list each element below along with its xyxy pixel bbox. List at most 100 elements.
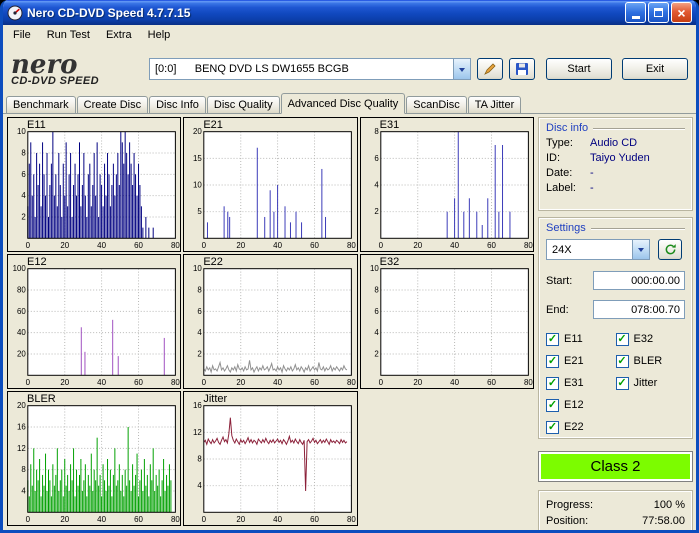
svg-text:12: 12 xyxy=(193,428,202,437)
checkbox-label: E12 xyxy=(564,400,584,411)
svg-text:0: 0 xyxy=(202,241,207,250)
checkbox-box-e22[interactable]: ✓ xyxy=(546,421,559,434)
checkbox-box-e32[interactable]: ✓ xyxy=(616,333,629,346)
end-time-field[interactable]: 078:00.70 xyxy=(593,300,685,319)
svg-text:20: 20 xyxy=(413,378,422,387)
checkbox-label: E31 xyxy=(564,378,584,389)
chart-plot-e32: 246810020406080 xyxy=(361,255,533,388)
start-time-field[interactable]: 000:00.00 xyxy=(593,271,685,290)
svg-text:60: 60 xyxy=(134,241,143,250)
menu-item-file[interactable]: File xyxy=(5,26,39,44)
svg-text:10: 10 xyxy=(193,264,202,273)
chart-e32: E32246810020406080 xyxy=(360,254,534,389)
checks-left: ✓ E11 ✓ E21 ✓ E31 ✓ E12 ✓E22 xyxy=(546,333,616,434)
svg-text:80: 80 xyxy=(171,378,180,387)
maximize-icon xyxy=(654,8,663,17)
svg-text:20: 20 xyxy=(60,378,69,387)
svg-text:20: 20 xyxy=(237,241,246,250)
svg-text:8: 8 xyxy=(21,465,26,474)
checkbox-jitter[interactable]: ✓ Jitter xyxy=(616,377,686,390)
drive-select[interactable]: [0:0] BENQ DVD LS DW1655 BCGB xyxy=(149,58,471,80)
svg-text:0: 0 xyxy=(202,378,207,387)
svg-text:60: 60 xyxy=(134,515,143,524)
tab-bar: BenchmarkCreate DiscDisc InfoDisc Qualit… xyxy=(3,93,696,114)
svg-text:4: 4 xyxy=(374,328,379,337)
info-label: Type: xyxy=(546,137,590,149)
svg-text:6: 6 xyxy=(21,170,26,179)
checkbox-label: E21 xyxy=(564,356,584,367)
checkbox-box-bler[interactable]: ✓ xyxy=(616,355,629,368)
tab-advanced-disc-quality[interactable]: Advanced Disc Quality xyxy=(281,93,406,114)
svg-text:20: 20 xyxy=(60,241,69,250)
checkbox-label: E32 xyxy=(634,334,654,345)
checkbox-box-e21[interactable]: ✓ xyxy=(546,355,559,368)
speed-select[interactable]: 24X xyxy=(546,239,650,260)
minimize-button[interactable] xyxy=(625,2,646,23)
svg-text:40: 40 xyxy=(17,328,26,337)
start-button[interactable]: Start xyxy=(546,58,612,80)
checkbox-label: E11 xyxy=(564,334,583,345)
svg-text:20: 20 xyxy=(17,401,26,410)
checkbox-e31[interactable]: ✓ E31 xyxy=(546,377,616,390)
svg-text:40: 40 xyxy=(274,378,283,387)
tab-ta-jitter[interactable]: TA Jitter xyxy=(468,96,522,114)
menu-item-extra[interactable]: Extra xyxy=(98,26,140,44)
menu-item-run-test[interactable]: Run Test xyxy=(39,26,98,44)
checkbox-box-e12[interactable]: ✓ xyxy=(546,399,559,412)
svg-text:20: 20 xyxy=(237,515,246,524)
exit-button[interactable]: Exit xyxy=(622,58,688,80)
svg-text:16: 16 xyxy=(17,422,26,431)
error-type-checkboxes: ✓E11✓E21✓E31✓E12✓E22 ✓E32✓BLER✓Jitter xyxy=(546,333,685,434)
info-row: ID:Taiyo Yuden xyxy=(546,152,685,164)
checkbox-e32[interactable]: ✓ E32 xyxy=(616,333,686,346)
checkbox-box-jitter[interactable]: ✓ xyxy=(616,377,629,390)
start-time-row: Start: 000:00.00 xyxy=(546,271,685,290)
chart-jitter: Jitter481216020406080 xyxy=(183,391,357,526)
svg-text:6: 6 xyxy=(374,307,379,316)
app-icon xyxy=(7,5,23,21)
checkbox-bler[interactable]: ✓BLER xyxy=(616,355,686,368)
info-row: Date:- xyxy=(546,167,685,179)
svg-text:60: 60 xyxy=(17,307,26,316)
tab-benchmark[interactable]: Benchmark xyxy=(6,96,76,114)
svg-text:2: 2 xyxy=(374,207,378,216)
edit-button[interactable] xyxy=(477,58,503,80)
close-button[interactable]: × xyxy=(671,2,692,23)
tab-create-disc[interactable]: Create Disc xyxy=(77,96,148,114)
save-button[interactable] xyxy=(509,58,535,80)
maximize-button[interactable] xyxy=(648,2,669,23)
checkbox-e12[interactable]: ✓ E12 xyxy=(546,399,616,412)
chart-e12: E1220406080100020406080 xyxy=(7,254,181,389)
tab-disc-quality[interactable]: Disc Quality xyxy=(207,96,280,114)
content-area: E11246810020406080E215101520020406080E31… xyxy=(3,114,696,530)
svg-text:20: 20 xyxy=(193,127,202,136)
status-value: 77:58.00 xyxy=(642,515,685,527)
checks-right: ✓E32✓BLER✓Jitter xyxy=(616,333,686,434)
tab-scandisc[interactable]: ScanDisc xyxy=(406,96,466,114)
svg-text:4: 4 xyxy=(198,481,203,490)
exit-button-label: Exit xyxy=(646,63,664,75)
menu-item-help[interactable]: Help xyxy=(140,26,179,44)
svg-text:80: 80 xyxy=(347,515,356,524)
svg-text:8: 8 xyxy=(198,454,203,463)
checkbox-e21[interactable]: ✓ E21 xyxy=(546,355,616,368)
end-time-label: End: xyxy=(546,304,584,316)
info-value: - xyxy=(590,167,594,179)
svg-text:4: 4 xyxy=(21,191,26,200)
svg-text:0: 0 xyxy=(378,378,383,387)
speed-dropdown-arrow-icon[interactable] xyxy=(632,240,649,259)
svg-text:10: 10 xyxy=(193,180,202,189)
svg-text:15: 15 xyxy=(193,154,202,163)
info-label: Date: xyxy=(546,167,590,179)
svg-text:100: 100 xyxy=(13,264,27,273)
checkbox-label: Jitter xyxy=(634,378,658,389)
checkbox-e11[interactable]: ✓ E11 xyxy=(546,333,616,346)
refresh-button[interactable] xyxy=(658,239,682,260)
checkbox-box-e31[interactable]: ✓ xyxy=(546,377,559,390)
header-rule xyxy=(593,128,685,129)
checkbox-e22[interactable]: ✓E22 xyxy=(546,421,616,434)
svg-text:60: 60 xyxy=(134,378,143,387)
tab-disc-info[interactable]: Disc Info xyxy=(149,96,206,114)
checkbox-box-e11[interactable]: ✓ xyxy=(546,333,559,346)
drive-dropdown-arrow-icon[interactable] xyxy=(453,59,470,79)
